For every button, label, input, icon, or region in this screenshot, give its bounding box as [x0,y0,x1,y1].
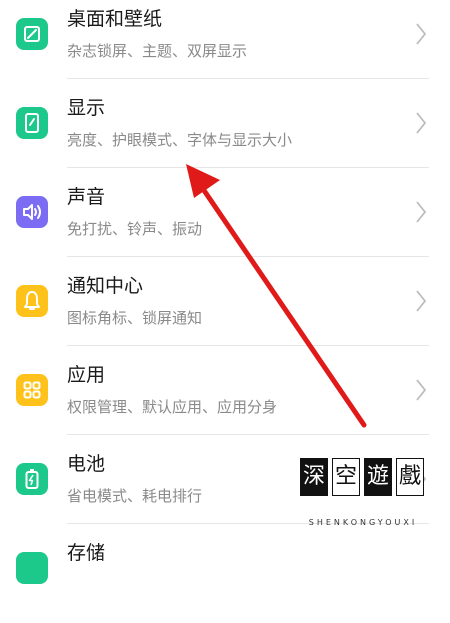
divider [67,78,429,79]
settings-item-title: 通知中心 [67,275,144,297]
display-icon [16,107,48,139]
chevron-right-icon [416,112,427,134]
settings-item-subtitle: 省电模式、耗电排行 [67,487,203,505]
settings-item-title: 显示 [67,97,106,119]
bell-icon [16,285,48,317]
watermark-char: 戲 [396,458,424,496]
settings-item-storage[interactable]: 存储 [0,534,450,623]
wallpaper-icon [16,18,48,50]
apps-icon [16,374,48,406]
settings-item-subtitle: 杂志锁屏、主题、双屏显示 [67,42,248,60]
settings-item-title: 存储 [67,542,106,564]
watermark-char: 遊 [364,458,392,496]
settings-item-title: 应用 [67,364,106,386]
settings-item-apps[interactable]: 应用 权限管理、默认应用、应用分身 [0,356,450,445]
watermark-char: 深 [300,458,328,496]
divider [67,345,429,346]
settings-item-notifications[interactable]: 通知中心 图标角标、锁屏通知 [0,267,450,356]
chevron-right-icon [416,23,427,45]
settings-item-subtitle: 免打扰、铃声、振动 [67,220,203,238]
settings-item-subtitle: 亮度、护眼模式、字体与显示大小 [67,131,293,149]
divider [67,167,429,168]
settings-item-display[interactable]: 显示 亮度、护眼模式、字体与显示大小 [0,89,450,178]
chevron-right-icon [416,290,427,312]
battery-icon [16,463,48,495]
chevron-right-icon [416,201,427,223]
settings-item-subtitle: 权限管理、默认应用、应用分身 [67,398,278,416]
watermark-logo: 深 空 遊 戲 SHENKONGYOUXI [298,452,428,540]
settings-item-wallpaper[interactable]: 桌面和壁纸 杂志锁屏、主题、双屏显示 [0,0,450,89]
settings-item-title: 桌面和壁纸 [67,8,163,30]
settings-item-sound[interactable]: 声音 免打扰、铃声、振动 [0,178,450,267]
watermark-char: 空 [332,458,360,496]
settings-item-subtitle: 图标角标、锁屏通知 [67,309,203,327]
divider [67,434,429,435]
sound-icon [16,196,48,228]
watermark-subtitle: SHENKONGYOUXI [308,518,418,527]
divider [67,256,429,257]
chevron-right-icon [416,379,427,401]
settings-item-title: 电池 [67,453,106,475]
settings-item-title: 声音 [67,186,106,208]
storage-icon [16,552,48,584]
